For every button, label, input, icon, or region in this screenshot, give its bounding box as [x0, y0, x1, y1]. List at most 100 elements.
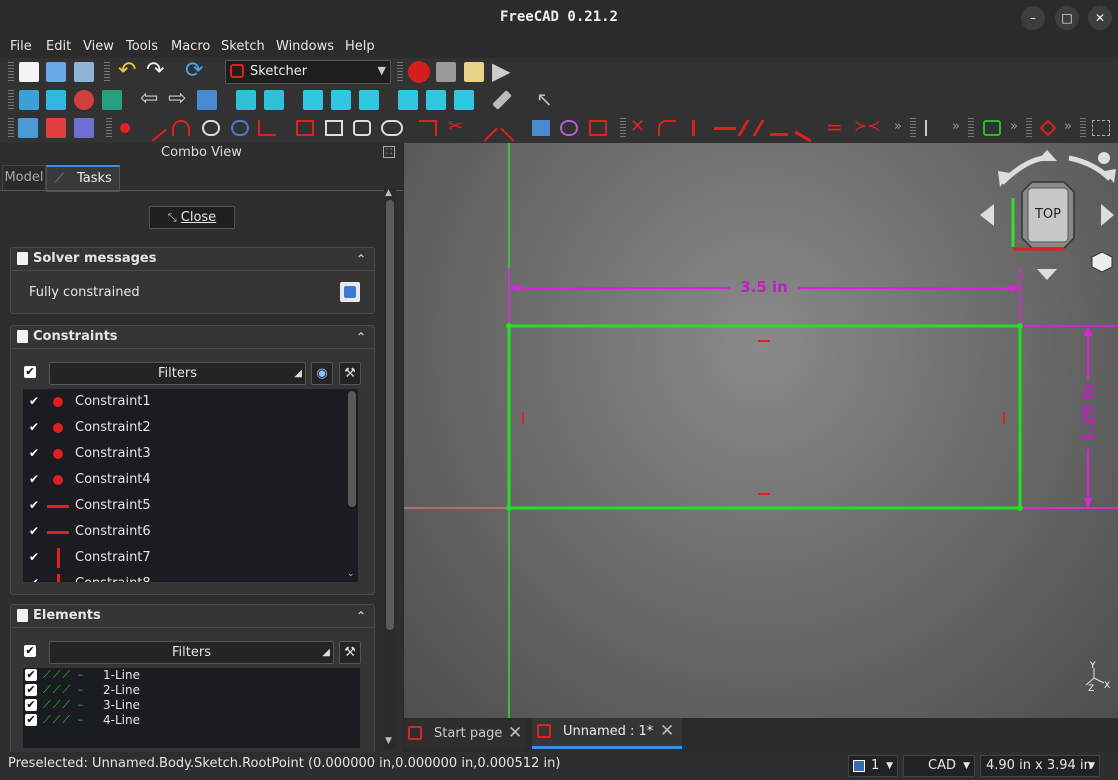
constrain-coincident-icon[interactable]: ✕ [630, 116, 648, 137]
toolbar-grip[interactable] [8, 62, 14, 82]
constrain-tangent-icon[interactable] [794, 116, 820, 143]
right-view-icon[interactable] [359, 90, 379, 110]
grid-icon[interactable] [1092, 120, 1110, 136]
isometric-view-icon[interactable] [264, 90, 284, 110]
view-section-icon[interactable] [74, 118, 94, 138]
toolbar-grip[interactable] [968, 118, 974, 138]
undo-icon[interactable]: ↶ [118, 58, 138, 83]
execute-macro-icon[interactable]: ▶ [492, 57, 512, 85]
view-count-dropdown[interactable]: 1 ▼ [848, 755, 898, 777]
constraint-row[interactable]: ✔ ✕ Constraint3 [23, 441, 343, 467]
toolbar-grip[interactable] [1080, 118, 1086, 138]
top-view-icon[interactable] [331, 90, 351, 110]
element-row[interactable]: ✔ ⟋⟋⟋ – 4-Line [23, 713, 353, 728]
toolbar-grip[interactable] [1026, 118, 1032, 138]
view-sketch-icon[interactable] [46, 118, 66, 138]
line-icon[interactable] [141, 116, 167, 142]
check-icon[interactable]: ✔ [29, 550, 39, 564]
constraint-row[interactable]: ✔ ✕ Constraint1 [23, 389, 343, 415]
stop-macro-icon[interactable] [436, 62, 456, 82]
dimension-display[interactable]: 4.90 in x 3.94 in ▼ [980, 755, 1100, 777]
view-back-icon[interactable]: ⇦ [140, 86, 160, 111]
navigation-style-dropdown[interactable]: CAD ▼ [903, 755, 975, 777]
new-document-icon[interactable] [19, 62, 39, 82]
bounding-box-icon[interactable] [102, 90, 122, 110]
refresh-icon[interactable]: ⟳ [185, 58, 205, 83]
navcube-face-label[interactable]: TOP [1028, 207, 1068, 222]
constrain-horizontal-icon[interactable] [714, 127, 736, 130]
constraint-row[interactable]: ✔ ✕ Constraint2 [23, 415, 343, 441]
collapse-icon[interactable]: ⌃ [356, 248, 366, 270]
open-document-icon[interactable] [46, 62, 66, 82]
menu-sketch[interactable]: Sketch [221, 39, 265, 54]
constrain-symmetric-icon[interactable]: ≻≺ [854, 116, 881, 135]
constraints-list[interactable]: ✔ ✕ Constraint1 ✔ ✕ Constraint2 ✔ ✕ Constraint3 ✔… [23, 389, 358, 582]
menu-help[interactable]: Help [345, 39, 375, 54]
element-checkbox[interactable]: ✔ [25, 669, 37, 681]
rear-view-icon[interactable] [398, 90, 418, 110]
polygon-icon[interactable] [353, 120, 371, 136]
menu-macro[interactable]: Macro [171, 39, 210, 54]
toggle-driving-icon[interactable] [925, 120, 943, 136]
fit-all-icon[interactable] [19, 90, 39, 110]
workbench-selector[interactable]: Sketcher ▼ [225, 60, 391, 84]
width-dimension-label[interactable]: 3.5 in [730, 278, 798, 296]
element-checkbox[interactable]: ✔ [25, 699, 37, 711]
rectangle-icon[interactable] [325, 120, 343, 136]
collapse-icon[interactable]: ⌃ [356, 605, 366, 627]
constraint-row[interactable]: ✔ Constraint6 [23, 519, 343, 545]
symmetry-icon[interactable] [1039, 119, 1057, 137]
collapse-icon[interactable]: ⌃ [356, 326, 366, 348]
external-geometry-icon[interactable] [532, 120, 550, 136]
task-panel-scroll-thumb[interactable] [386, 200, 394, 630]
toolbar-grip[interactable] [8, 118, 14, 138]
3d-viewport[interactable]: Y X Z 3.5 in 1.25 in TOP [404, 143, 1118, 718]
leave-sketch-icon[interactable] [18, 118, 38, 138]
polyline-icon[interactable] [296, 120, 314, 136]
constraint-row[interactable]: ✔ Constraint7 [23, 545, 343, 571]
element-row[interactable]: ✔ ⟋⟋⟋ – 3-Line [23, 698, 353, 713]
measure-distance-icon[interactable] [492, 90, 512, 110]
constraints-scroll-thumb[interactable] [348, 391, 356, 507]
check-icon[interactable]: ✔ [29, 420, 39, 434]
check-icon[interactable]: ✔ [29, 498, 39, 512]
height-dimension-label[interactable]: 1.25 in [1079, 377, 1097, 449]
scroll-up-icon[interactable]: ▲ [385, 188, 392, 198]
close-sketch-button[interactable]: ⤡ Close [149, 206, 235, 229]
toolbar-grip[interactable] [106, 118, 112, 138]
elements-filter-dropdown[interactable]: Filters ◢ [49, 641, 334, 664]
check-icon[interactable]: ✔ [29, 394, 39, 408]
view-forward-icon[interactable]: ⇨ [168, 86, 188, 111]
check-icon[interactable]: ✔ [29, 524, 39, 538]
circle-icon[interactable] [202, 120, 220, 136]
toolbar-grip[interactable] [104, 62, 110, 82]
left-view-icon[interactable] [454, 90, 474, 110]
bottom-view-icon[interactable] [426, 90, 446, 110]
elements-header[interactable]: Elements ⌃ [11, 605, 374, 628]
recompute-icon[interactable] [340, 282, 360, 302]
maximize-icon[interactable]: □ [1055, 6, 1079, 30]
settings-wrench-icon[interactable]: ⚒ [339, 641, 361, 664]
std-views-icon[interactable] [236, 90, 256, 110]
constrain-perpendicular-icon[interactable] [770, 120, 788, 136]
tab-unnamed[interactable]: Unnamed : 1* ✕ [532, 718, 682, 749]
close-tab-icon[interactable]: ✕ [508, 723, 522, 743]
menu-view[interactable]: View [83, 39, 114, 54]
check-icon[interactable]: ✔ [29, 576, 39, 582]
menu-edit[interactable]: Edit [46, 39, 71, 54]
fillet-icon[interactable] [419, 120, 437, 136]
close-icon[interactable]: ✕ [1088, 6, 1112, 30]
extend-icon[interactable] [472, 116, 498, 142]
arc-icon[interactable] [172, 120, 190, 136]
carbon-copy-icon[interactable] [560, 120, 578, 136]
record-macro-icon[interactable] [408, 61, 430, 83]
close-tab-icon[interactable]: ✕ [660, 721, 674, 741]
scroll-down-icon[interactable]: ⌄ [347, 569, 355, 579]
slot-icon[interactable] [381, 120, 403, 136]
solver-messages-header[interactable]: Solver messages ⌃ [11, 248, 374, 271]
trim-icon[interactable]: ✂ [448, 116, 466, 137]
macros-icon[interactable] [464, 62, 484, 82]
split-icon[interactable] [500, 116, 526, 142]
sync-view-icon[interactable] [197, 90, 217, 110]
constrain-parallel-icon[interactable] [737, 120, 765, 136]
